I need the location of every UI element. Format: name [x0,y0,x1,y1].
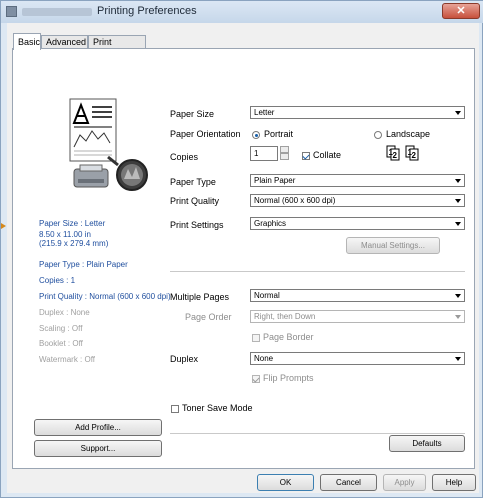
summary-paper-dims-mm: (215.9 x 279.4 mm) [39,239,109,248]
collate-pages-icon: 1 2 1 2 [386,145,419,161]
chevron-down-icon [455,315,461,319]
ok-button[interactable]: OK [257,474,314,491]
summary-booklet: Booklet : Off [39,339,83,348]
paper-type-dropdown[interactable]: Plain Paper [250,174,465,187]
chevron-down-icon [455,111,461,115]
summary-print-quality: Print Quality : Normal (600 x 600 dpi) [39,292,171,301]
page-border-checkbox[interactable] [252,334,260,342]
chevron-down-icon [455,199,461,203]
summary-paper-dims-in: 8.50 x 11.00 in [39,230,91,239]
print-quality-label: Print Quality [170,196,220,206]
close-button[interactable]: ✕ [442,3,480,19]
summary-copies: Copies : 1 [39,276,76,285]
summary-paper-type: Paper Type : Plain Paper [39,260,128,269]
duplex-value: None [254,354,274,363]
summary-duplex: Duplex : None [39,308,90,317]
printing-preferences-window: Printing Preferences ✕ Basic Advanced Pr… [0,0,483,498]
page-border-label[interactable]: Page Border [263,332,314,342]
tab-basic[interactable]: Basic [13,33,41,50]
paper-type-value: Plain Paper [254,176,296,185]
page-order-value: Right, then Down [254,312,316,321]
flip-prompts-checkbox[interactable] [252,375,260,383]
collate-label[interactable]: Collate [313,150,341,160]
apply-button[interactable]: Apply [383,474,426,491]
portrait-label[interactable]: Portrait [264,129,293,139]
summary-scaling: Scaling : Off [39,324,83,333]
collate-checkbox[interactable] [302,152,310,160]
toner-save-label[interactable]: Toner Save Mode [182,403,253,413]
page-order-label: Page Order [185,312,232,322]
stepper-down-icon[interactable] [280,153,289,160]
tab-advanced[interactable]: Advanced [41,35,88,49]
window-title: Printing Preferences [97,5,197,17]
chevron-down-icon [455,179,461,183]
defaults-button[interactable]: Defaults [389,435,465,452]
duplex-label: Duplex [170,354,199,364]
tab-print-profiles[interactable]: Print Profiles [88,35,146,60]
paper-size-dropdown[interactable]: Letter [250,106,465,119]
cancel-button[interactable]: Cancel [320,474,377,491]
duplex-dropdown[interactable]: None [250,352,465,365]
printer-icon [73,164,109,188]
print-quality-dropdown[interactable]: Normal (600 x 600 dpi) [250,194,465,207]
landscape-radio[interactable] [374,131,382,139]
print-quality-value: Normal (600 x 600 dpi) [254,196,336,205]
manual-settings-button[interactable]: Manual Settings... [346,237,440,254]
document-preview-icon [69,98,148,191]
add-profile-button[interactable]: Add Profile... [34,419,162,436]
edge-pointer-icon [1,223,6,229]
support-button[interactable]: Support... [34,440,162,457]
print-settings-label: Print Settings [170,220,224,230]
separator [170,271,465,272]
multiple-pages-label: Multiple Pages [170,292,230,302]
printer-icon [6,6,17,17]
copies-label: Copies [170,152,199,162]
chevron-down-icon [455,222,461,226]
title-bar[interactable]: Printing Preferences ✕ [1,1,483,23]
paper-type-label: Paper Type [170,177,216,187]
multiple-pages-value: Normal [254,291,280,300]
paper-size-value: Letter [254,108,275,117]
help-button[interactable]: Help [432,474,476,491]
paper-size-label: Paper Size [170,109,215,119]
magnifier-icon [107,155,148,191]
flip-prompts-label[interactable]: Flip Prompts [263,373,314,383]
separator [170,433,465,434]
printer-name-redacted [22,8,92,16]
print-settings-dropdown[interactable]: Graphics [250,217,465,230]
multiple-pages-dropdown[interactable]: Normal [250,289,465,302]
chevron-down-icon [455,294,461,298]
summary-watermark: Watermark : Off [39,355,96,364]
page-order-dropdown[interactable]: Right, then Down [250,310,465,323]
stepper-up-icon[interactable] [280,146,289,153]
collate-icon-2b: 2 [412,151,417,160]
copies-stepper[interactable] [280,146,289,161]
toner-save-checkbox[interactable] [171,405,179,413]
print-settings-value: Graphics [254,219,287,228]
collate-icon-2a: 2 [393,151,398,160]
summary-paper-size: Paper Size : Letter [39,219,106,228]
dialog-body: Basic Advanced Print Profiles [7,23,479,493]
portrait-radio[interactable] [252,131,260,139]
basic-tab-panel: Paper Size : Letter 8.50 x 11.00 in (215… [12,48,475,469]
chevron-down-icon [455,357,461,361]
copies-input[interactable]: 1 [250,146,278,161]
landscape-label[interactable]: Landscape [386,129,430,139]
orientation-label: Paper Orientation [170,129,241,139]
